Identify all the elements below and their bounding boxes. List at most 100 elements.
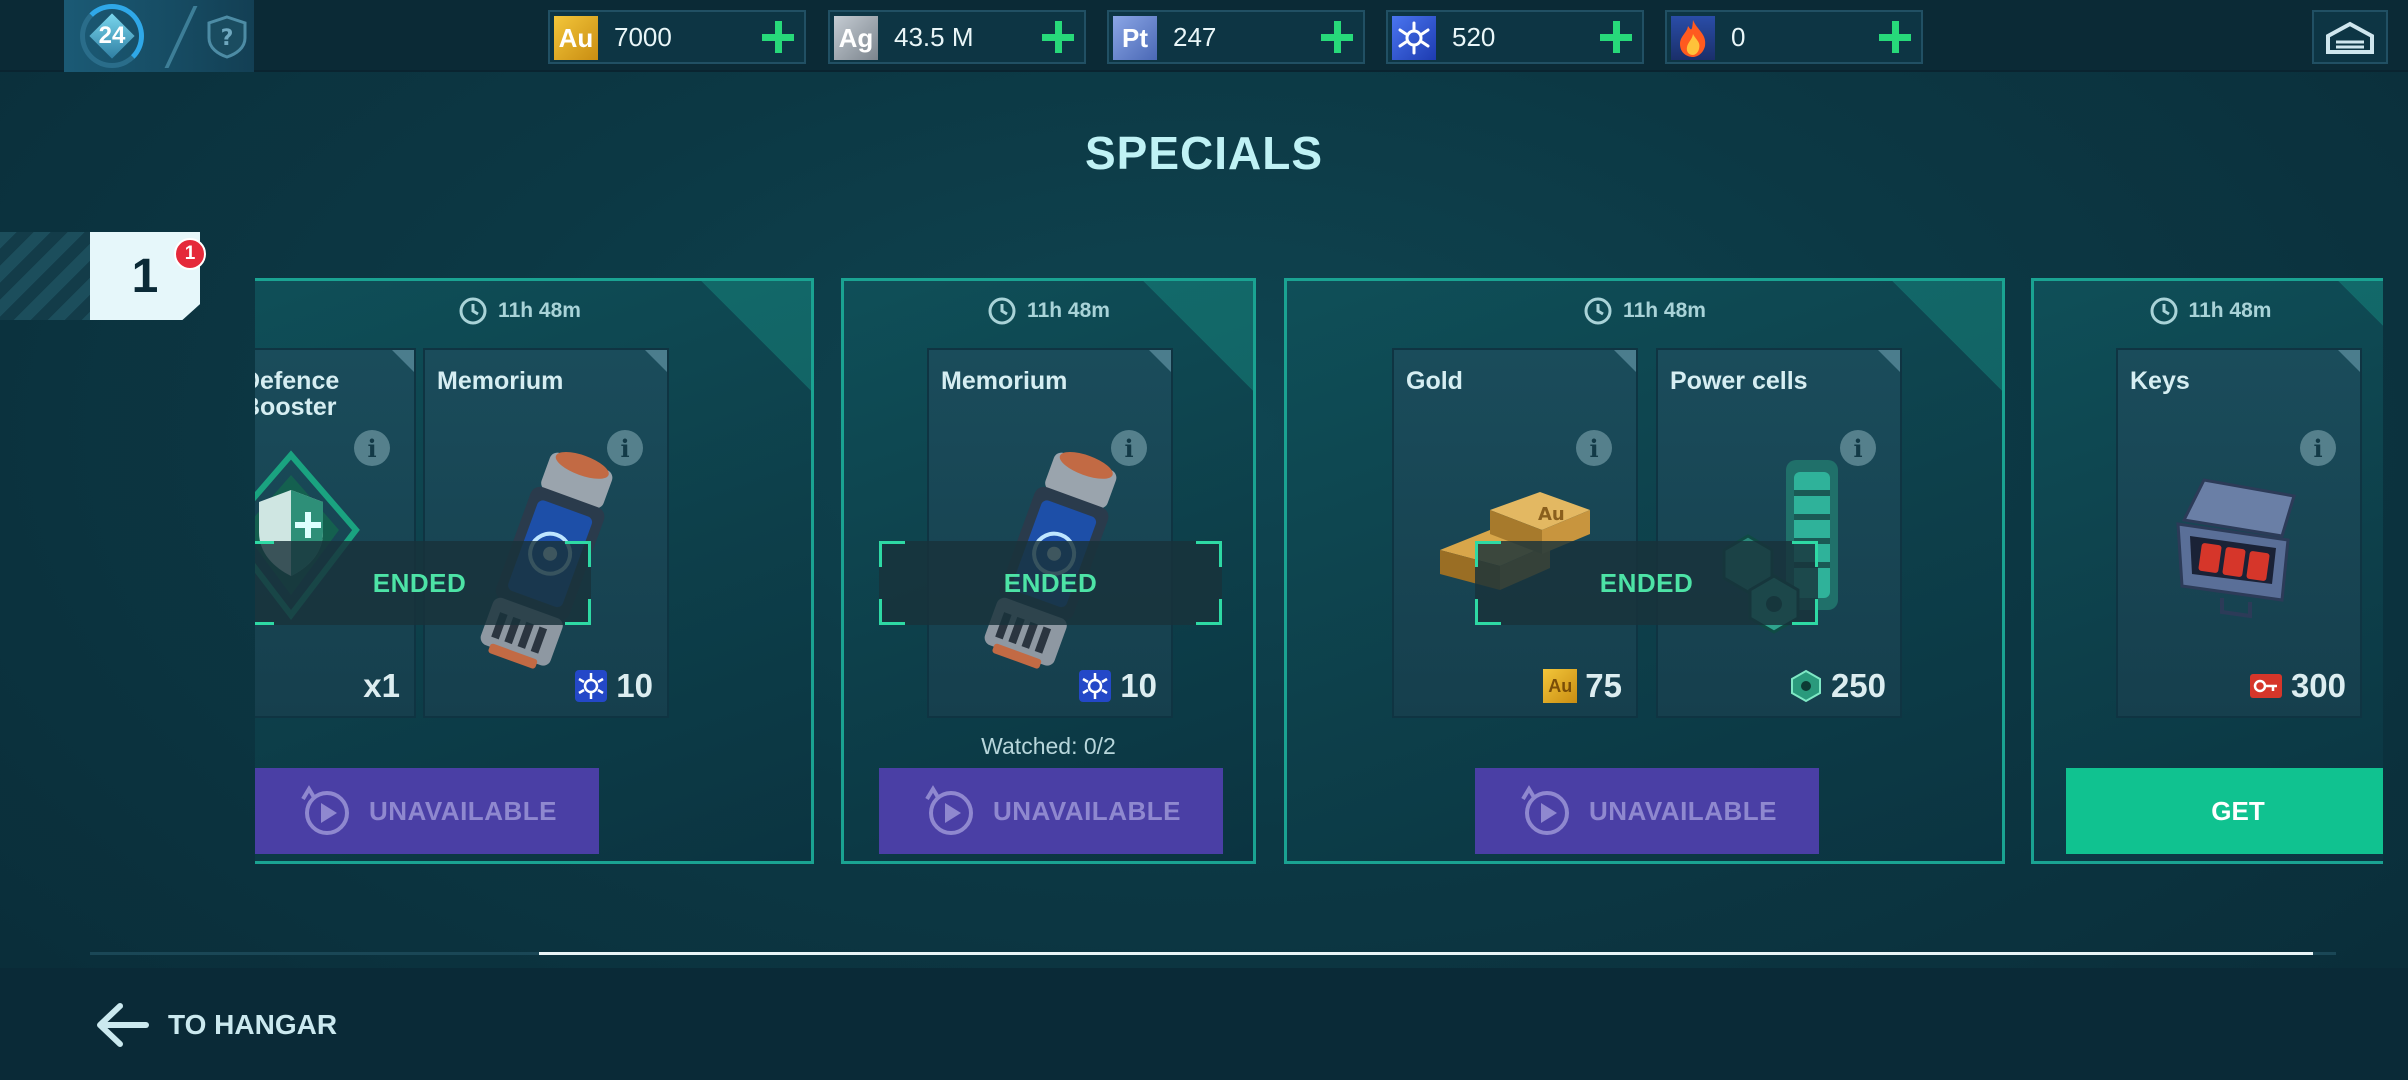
offers-carousel[interactable]: 11h 48m Defence Booster i x1 Memori [255, 270, 2383, 870]
watched-counter: Watched: 0/2 [981, 733, 1116, 759]
key-icon [2249, 669, 2283, 703]
specials-screen: 24 ? Au 7000 Ag 43.5 M Pt 247 520 0 SPEC… [0, 0, 2408, 1080]
silver-symbol: Ag [838, 22, 874, 53]
unavailable-button[interactable]: UNAVAILABLE [879, 768, 1223, 854]
memorium-icon [574, 669, 608, 703]
svg-text:?: ? [221, 26, 234, 51]
memorium-icon [1392, 16, 1436, 60]
power-cell-icon [1789, 669, 1823, 703]
watch-ad-icon [925, 785, 973, 835]
level-number: 24 [98, 22, 126, 49]
hangar-icon [2326, 21, 2374, 54]
offer-timer: 11h 48m [1287, 293, 2002, 329]
memorium-glyph-icon [1398, 21, 1430, 55]
bracket-corner [879, 541, 905, 567]
item-amount: 10 [574, 664, 653, 708]
button-label: UNAVAILABLE [1589, 795, 1777, 826]
add-fuel-button[interactable] [1879, 21, 1911, 53]
unavailable-button[interactable]: UNAVAILABLE [255, 768, 599, 854]
gold-symbol: Au [558, 22, 594, 53]
add-memorium-button[interactable] [1600, 21, 1632, 53]
bracket-corner [1196, 599, 1222, 625]
carousel-scrollbar[interactable] [90, 952, 2336, 955]
offer-timer: 11h 48m [844, 293, 1253, 329]
item-name: Memorium [437, 367, 564, 395]
ended-overlay: ENDED [879, 541, 1222, 625]
info-icon[interactable]: i [1576, 430, 1612, 466]
offer-item-power-cells[interactable]: Power cells i 250 [1656, 348, 1902, 718]
amount-value: 10 [1120, 667, 1157, 704]
flame-icon [1671, 16, 1715, 60]
item-amount: 250 [1789, 664, 1886, 708]
hangar-button[interactable] [2312, 10, 2388, 64]
amount-value: 10 [616, 667, 653, 704]
clock-icon [459, 297, 487, 325]
keys-case-icon [2176, 478, 2296, 619]
offer-timer: 11h 48m [2034, 293, 2383, 329]
platinum-amount: 247 [1173, 22, 1217, 52]
notification-badge: 1 [174, 238, 206, 270]
player-level[interactable]: 24 ? [64, 0, 254, 72]
back-label: TO HANGAR [168, 1009, 338, 1040]
offer-card: 11h 48m Gold i Au Au 75 Power cells i 25… [1284, 278, 2005, 864]
resource-gold[interactable]: Au 7000 [548, 10, 806, 64]
gold-icon: Au [1543, 669, 1578, 703]
offer-timer: 11h 48m [255, 293, 811, 329]
resource-platinum[interactable]: Pt 247 [1107, 10, 1365, 64]
item-name: Memorium [941, 367, 1068, 395]
bracket-corner [565, 599, 591, 625]
help-shield-icon[interactable]: ? [204, 14, 250, 60]
resource-silver[interactable]: Ag 43.5 M [828, 10, 1086, 64]
add-gold-button[interactable] [762, 21, 794, 53]
button-label: GET [2211, 795, 2265, 826]
timer-text: 11h 48m [498, 299, 581, 322]
offer-item-memorium[interactable]: Memorium i 10 [423, 348, 669, 718]
bottom-bar: TO HANGAR [0, 968, 2408, 1080]
offer-item-keys[interactable]: Keys i 300 [2116, 348, 2362, 718]
item-name: Power cells [1670, 367, 1808, 395]
offer-card: 11h 48m Memorium i 10 ENDED Watched: 0/2… [841, 278, 1256, 864]
timer-text: 11h 48m [2188, 299, 2272, 322]
offer-card: 11h 48m Keys i 300 GET [2031, 278, 2383, 864]
item-name-line1: Defence [255, 367, 340, 395]
resource-fuel[interactable]: 0 [1665, 10, 1923, 64]
to-hangar-button[interactable]: TO HANGAR [94, 998, 337, 1052]
platinum-symbol: Pt [1122, 22, 1148, 53]
scrollbar-thumb[interactable] [539, 952, 2313, 955]
item-name-line2: Booster [255, 393, 337, 421]
clock-icon [988, 297, 1016, 325]
clock-icon [1584, 297, 1612, 325]
bracket-corner [1792, 541, 1818, 567]
bracket-corner [879, 599, 905, 625]
amount-value: x1 [363, 667, 400, 704]
bracket-corner [255, 599, 274, 625]
add-silver-button[interactable] [1042, 21, 1074, 53]
offer-item-memorium[interactable]: Memorium i 10 [927, 348, 1173, 718]
watch-ad-icon [1521, 785, 1569, 835]
item-amount: 10 [1078, 664, 1157, 708]
gold-symbol: Au [1548, 675, 1573, 696]
button-label: UNAVAILABLE [993, 795, 1181, 826]
offer-item-gold[interactable]: Gold i Au Au 75 [1392, 348, 1638, 718]
offer-item-defence-booster[interactable]: Defence Booster i x1 [255, 348, 416, 718]
top-bar: 24 ? Au 7000 Ag 43.5 M Pt 247 520 0 [0, 0, 2408, 72]
silver-amount: 43.5 M [894, 22, 974, 52]
ended-label: ENDED [1599, 567, 1694, 598]
bracket-corner [1792, 599, 1818, 625]
unavailable-button[interactable]: UNAVAILABLE [1475, 768, 1819, 854]
silver-icon: Ag [834, 16, 878, 60]
timer-text: 11h 48m [1623, 299, 1706, 322]
clock-icon [2150, 297, 2178, 325]
page-number: 1 [131, 249, 159, 303]
bracket-corner [1475, 599, 1501, 625]
ended-label: ENDED [372, 567, 467, 598]
gold-icon: Au [554, 16, 598, 60]
offer-card: 11h 48m Defence Booster i x1 Memori [255, 278, 814, 864]
ended-label: ENDED [1003, 567, 1098, 598]
bracket-corner [1475, 541, 1501, 567]
get-button[interactable]: GET [2066, 768, 2383, 854]
add-platinum-button[interactable] [1321, 21, 1353, 53]
resource-memorium[interactable]: 520 [1386, 10, 1644, 64]
ended-overlay: ENDED [1475, 541, 1818, 625]
page-title: SPECIALS [1084, 127, 1324, 179]
